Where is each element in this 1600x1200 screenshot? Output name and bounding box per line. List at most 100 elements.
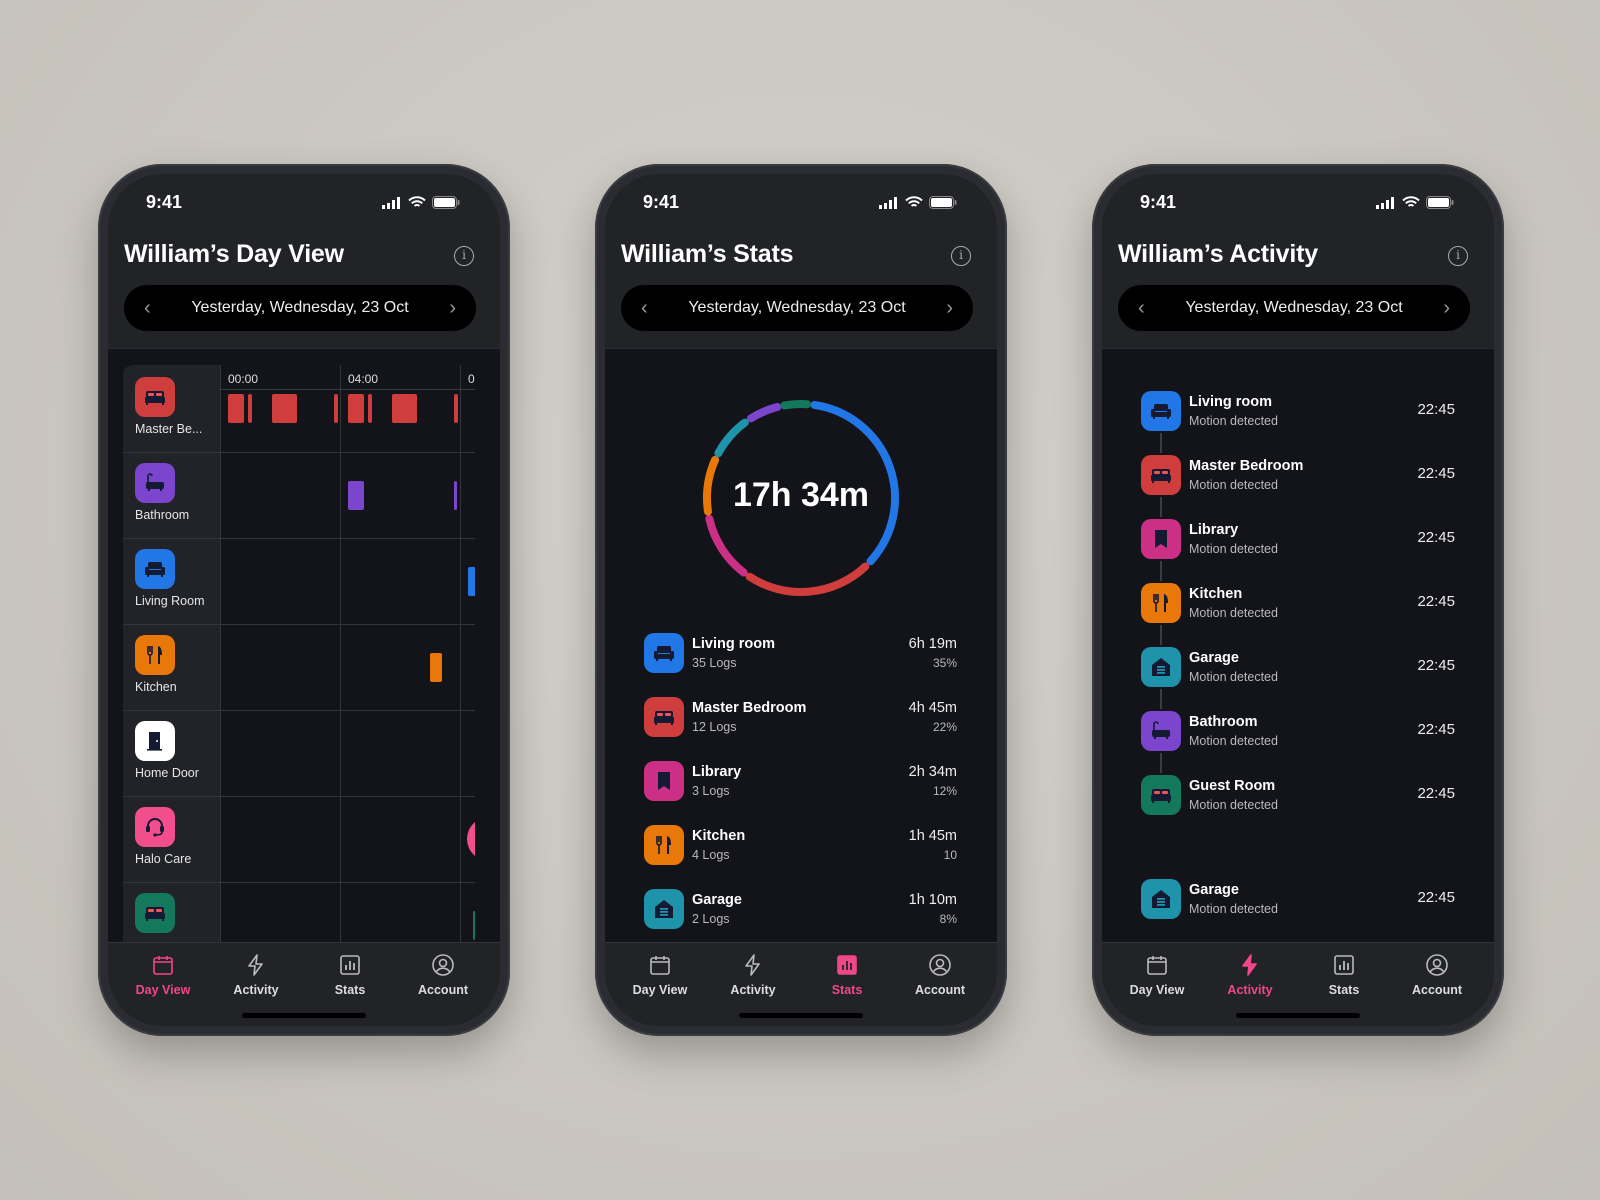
activity-list-item[interactable]: Bathroom Motion detected 22:45 [1141, 709, 1455, 753]
status-icons [1376, 196, 1454, 209]
home-indicator[interactable] [242, 1013, 366, 1018]
activity-status: Motion detected [1189, 734, 1278, 748]
tab-account[interactable]: Account [895, 953, 985, 997]
share-percent: 10 [943, 848, 957, 862]
stats-list-item[interactable]: Garage 2 Logs 1h 10m 8% [644, 887, 957, 931]
room-name: Garage [692, 892, 742, 908]
activity-list-item[interactable]: Garage Motion detected 22:45 [1141, 645, 1455, 689]
duration: 4h 45m [908, 700, 957, 716]
tab-label: Stats [334, 983, 366, 997]
activity-list-item[interactable]: Library Motion detected 22:45 [1141, 517, 1455, 561]
activity-bar[interactable] [228, 394, 244, 423]
activity-list-item[interactable]: Kitchen Motion detected 22:45 [1141, 581, 1455, 625]
room-icon-garage [644, 889, 684, 929]
tab-stats[interactable]: Stats [1299, 953, 1389, 997]
tab-account[interactable]: Account [398, 953, 488, 997]
tab-label: Stats [831, 983, 863, 997]
log-count: 12 Logs [692, 720, 737, 734]
room-label: Home Door [135, 766, 199, 780]
ring-segment-guest-room [780, 400, 812, 410]
share-percent: 8% [939, 912, 957, 926]
home-indicator[interactable] [1236, 1013, 1360, 1018]
tab-stats[interactable]: Stats [305, 953, 395, 997]
activity-bar[interactable] [334, 394, 338, 423]
tab-day-view[interactable]: Day View [615, 953, 705, 997]
activity-bar[interactable] [472, 911, 475, 940]
room-icon-cutlery [135, 635, 175, 675]
activity-time: 22:45 [1417, 721, 1455, 738]
activity-list-item[interactable]: Guest Room Motion detected 22:45 [1141, 773, 1455, 817]
activity-bar[interactable] [468, 567, 475, 596]
room-icon-bed [1141, 455, 1181, 495]
activity-bar[interactable] [271, 394, 298, 423]
activity-bar[interactable] [367, 394, 373, 423]
date-label: Yesterday, Wednesday, 23 Oct [191, 299, 409, 316]
chevron-left-icon[interactable]: ‹ [641, 297, 648, 320]
info-icon[interactable]: i [1448, 246, 1468, 266]
chevron-right-icon[interactable]: › [1443, 297, 1450, 320]
activity-time: 22:45 [1417, 529, 1455, 546]
timeline-connector [1160, 433, 1162, 453]
room-row: Bathroom [123, 451, 475, 539]
status-time: 9:41 [1140, 192, 1177, 212]
room-icon-sofa [135, 549, 175, 589]
activity-list-item[interactable]: Garage Motion detected 22:45 [1141, 877, 1455, 921]
activity-bar[interactable] [430, 653, 442, 682]
calendar-icon [1147, 956, 1167, 975]
status-time: 9:41 [146, 192, 183, 212]
room-label: Living Room [135, 594, 205, 608]
info-icon[interactable]: i [951, 246, 971, 266]
activity-bar[interactable] [391, 394, 418, 423]
tab-label: Activity [730, 983, 776, 997]
stats-list-item[interactable]: Library 3 Logs 2h 34m 12% [644, 759, 957, 803]
halo-care-marker[interactable] [466, 817, 475, 861]
room-icon-bed [135, 893, 175, 933]
activity-bar[interactable] [454, 394, 458, 423]
room-name: Master Bedroom [692, 700, 807, 716]
duration: 2h 34m [908, 764, 957, 780]
battery-icon [929, 196, 957, 209]
activity-list-item[interactable]: Living room Motion detected 22:45 [1141, 389, 1455, 433]
activity-bar[interactable] [348, 481, 364, 510]
tab-activity[interactable]: Activity [211, 953, 301, 997]
chevron-left-icon[interactable]: ‹ [144, 297, 151, 320]
chevron-right-icon[interactable]: › [946, 297, 953, 320]
room-name: Master Bedroom [1189, 458, 1304, 474]
stats-list-item[interactable]: Kitchen 4 Logs 1h 45m 10 [644, 823, 957, 867]
stats-list-item[interactable]: Master Bedroom 12 Logs 4h 45m 22% [644, 695, 957, 739]
tab-activity[interactable]: Activity [708, 953, 798, 997]
room-row: Master Be... [123, 365, 475, 453]
room-icon-bed [135, 377, 175, 417]
bolt-icon [1242, 954, 1257, 976]
activity-list-item[interactable]: Master Bedroom Motion detected 22:45 [1141, 453, 1455, 497]
room-name: Kitchen [692, 828, 746, 844]
duration: 6h 19m [908, 636, 957, 652]
home-indicator[interactable] [739, 1013, 863, 1018]
tab-day-view[interactable]: Day View [1112, 953, 1202, 997]
activity-bar[interactable] [247, 394, 253, 423]
share-percent: 12% [932, 784, 957, 798]
activity-bar[interactable] [454, 481, 457, 510]
date-navigator: ‹ Yesterday, Wednesday, 23 Oct › [1118, 285, 1470, 331]
activity-bar[interactable] [348, 394, 364, 423]
tab-activity[interactable]: Activity [1205, 953, 1295, 997]
room-name: Library [692, 764, 742, 780]
timeline-connector [1160, 625, 1162, 645]
stats-list-item[interactable]: Living room 35 Logs 6h 19m 35% [644, 631, 957, 675]
room-row: Living Room [123, 537, 475, 625]
chevron-left-icon[interactable]: ‹ [1138, 297, 1145, 320]
room-icon-bookmark [1141, 519, 1181, 559]
tab-label: Stats [1328, 983, 1360, 997]
chevron-right-icon[interactable]: › [449, 297, 456, 320]
phone-stats: 9:41 William’s Stats i ‹ Yesterday, Wedn… [595, 164, 1007, 1036]
tab-day-view[interactable]: Day View [118, 953, 208, 997]
bottom-nav: Day View Activity Stats Account [605, 942, 997, 1026]
bar-chart-icon [340, 955, 360, 975]
room-row [123, 881, 475, 942]
tab-account[interactable]: Account [1392, 953, 1482, 997]
user-circle-icon [1426, 954, 1448, 976]
room-label: Bathroom [135, 508, 190, 522]
info-icon[interactable]: i [454, 246, 474, 266]
date-navigator: ‹ Yesterday, Wednesday, 23 Oct › [124, 285, 476, 331]
tab-stats[interactable]: Stats [802, 953, 892, 997]
